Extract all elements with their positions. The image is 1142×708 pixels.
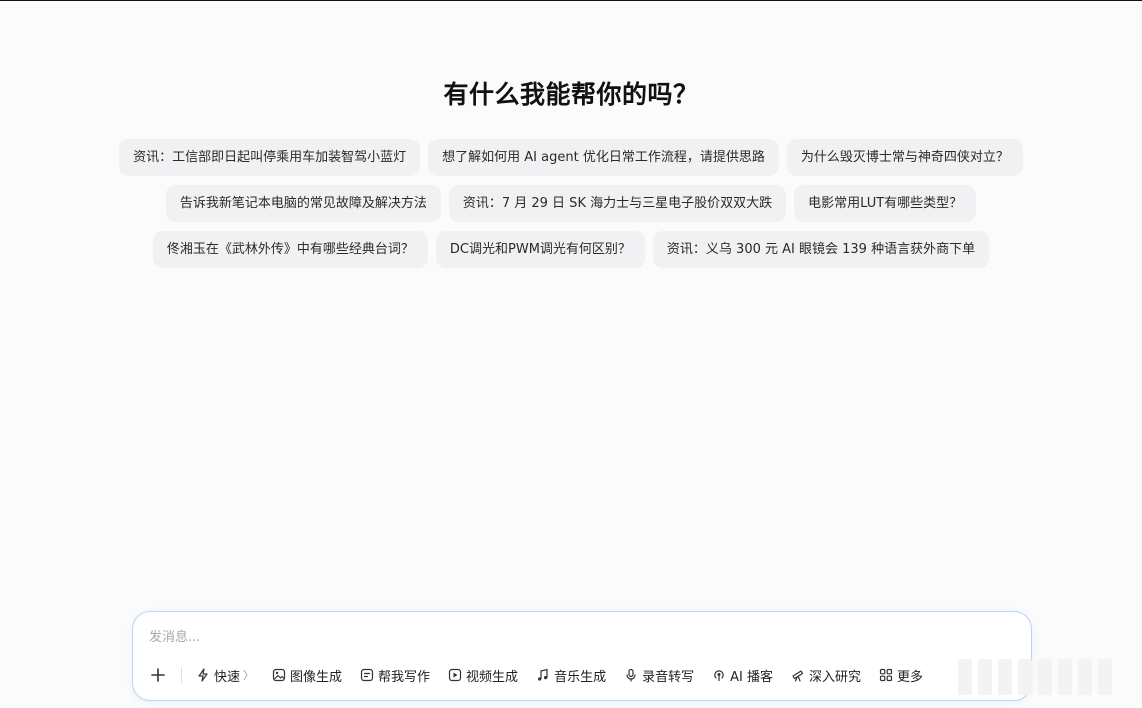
chevron-right-icon: 〉 xyxy=(243,669,255,682)
suggestion-chip[interactable]: 资讯：7 月 29 日 SK 海力士与三星电子股价双双大跌 xyxy=(448,185,787,222)
toolbar-divider xyxy=(181,667,182,683)
attach-button[interactable] xyxy=(147,664,169,686)
suggestion-chips: 资讯：工信部即日起叫停乘用车加装智驾小蓝灯 想了解如何用 AI agent 优化… xyxy=(0,139,1142,277)
suggestion-chip[interactable]: 佟湘玉在《武林外传》中有哪些经典台词？ xyxy=(152,231,428,268)
fade-bar xyxy=(998,659,1012,695)
suggestion-chip[interactable]: 资讯：工信部即日起叫停乘用车加装智驾小蓝灯 xyxy=(119,139,421,176)
tool-label: 更多 xyxy=(896,669,923,685)
lightning-icon xyxy=(198,668,208,682)
suggestion-chip[interactable]: 资讯：义乌 300 元 AI 眼镜会 139 种语言获外商下单 xyxy=(652,231,990,268)
more-tools-button[interactable]: 更多 xyxy=(879,666,923,685)
image-generation-button[interactable]: 图像生成 xyxy=(272,666,342,685)
decorative-fade xyxy=(952,657,1142,697)
fade-bar xyxy=(1018,659,1032,695)
writing-assist-button[interactable]: 帮我写作 xyxy=(360,666,430,685)
tool-label: 帮我写作 xyxy=(378,669,431,685)
deep-research-button[interactable]: 深入研究 xyxy=(791,666,861,685)
mode-selector-button[interactable]: 快速 〉 xyxy=(196,666,254,685)
fade-bar xyxy=(1038,659,1052,695)
tool-label: 图像生成 xyxy=(290,669,343,685)
video-generation-button[interactable]: 视频生成 xyxy=(448,666,518,685)
suggestion-chip[interactable]: 告诉我新笔记本电脑的常见故障及解决方法 xyxy=(165,185,441,222)
suggestion-row: 资讯：工信部即日起叫停乘用车加装智驾小蓝灯 想了解如何用 AI agent 优化… xyxy=(0,139,1142,176)
image-icon xyxy=(272,668,286,682)
suggestion-row: 佟湘玉在《武林外传》中有哪些经典台词？ DC调光和PWM调光有何区别？ 资讯：义… xyxy=(0,231,1142,268)
tool-label: 录音转写 xyxy=(642,669,695,685)
mic-icon xyxy=(626,668,636,682)
podcast-icon xyxy=(714,670,724,682)
mode-label: 快速 xyxy=(214,669,241,685)
message-composer: 快速 〉 图像生成 帮我写作 视频生成 xyxy=(132,611,1032,701)
fade-bar xyxy=(958,659,972,695)
fade-bar xyxy=(978,659,992,695)
telescope-icon xyxy=(792,670,804,682)
message-input[interactable] xyxy=(149,626,1009,648)
fade-bar xyxy=(1078,659,1092,695)
fade-bar xyxy=(1098,659,1112,695)
music-generation-button[interactable]: 音乐生成 xyxy=(536,666,606,685)
suggestion-chip[interactable]: 电影常用LUT有哪些类型？ xyxy=(794,185,977,222)
composer-toolbar: 快速 〉 图像生成 帮我写作 视频生成 音乐生成 录音转写 AI 播客 深入研究… xyxy=(147,664,941,686)
video-icon xyxy=(448,668,462,682)
suggestion-row: 告诉我新笔记本电脑的常见故障及解决方法 资讯：7 月 29 日 SK 海力士与三… xyxy=(0,185,1142,222)
plus-icon xyxy=(151,668,165,682)
suggestion-chip[interactable]: 想了解如何用 AI agent 优化日常工作流程，请提供思路 xyxy=(428,139,779,176)
suggestion-chip[interactable]: 为什么毁灭博士常与神奇四侠对立？ xyxy=(786,139,1023,176)
suggestion-chip[interactable]: DC调光和PWM调光有何区别？ xyxy=(435,231,645,268)
music-icon xyxy=(538,668,548,681)
tool-label: AI 播客 xyxy=(730,669,773,685)
fade-bar xyxy=(1058,659,1072,695)
tool-label: 音乐生成 xyxy=(554,669,607,685)
tool-label: 深入研究 xyxy=(808,669,861,685)
tool-label: 视频生成 xyxy=(466,669,519,685)
ai-podcast-button[interactable]: AI 播客 xyxy=(712,666,773,685)
page-title: 有什么我能帮你的吗？ xyxy=(443,80,699,109)
write-icon xyxy=(360,668,374,682)
recording-transcribe-button[interactable]: 录音转写 xyxy=(624,666,694,685)
grid-icon xyxy=(879,668,893,682)
